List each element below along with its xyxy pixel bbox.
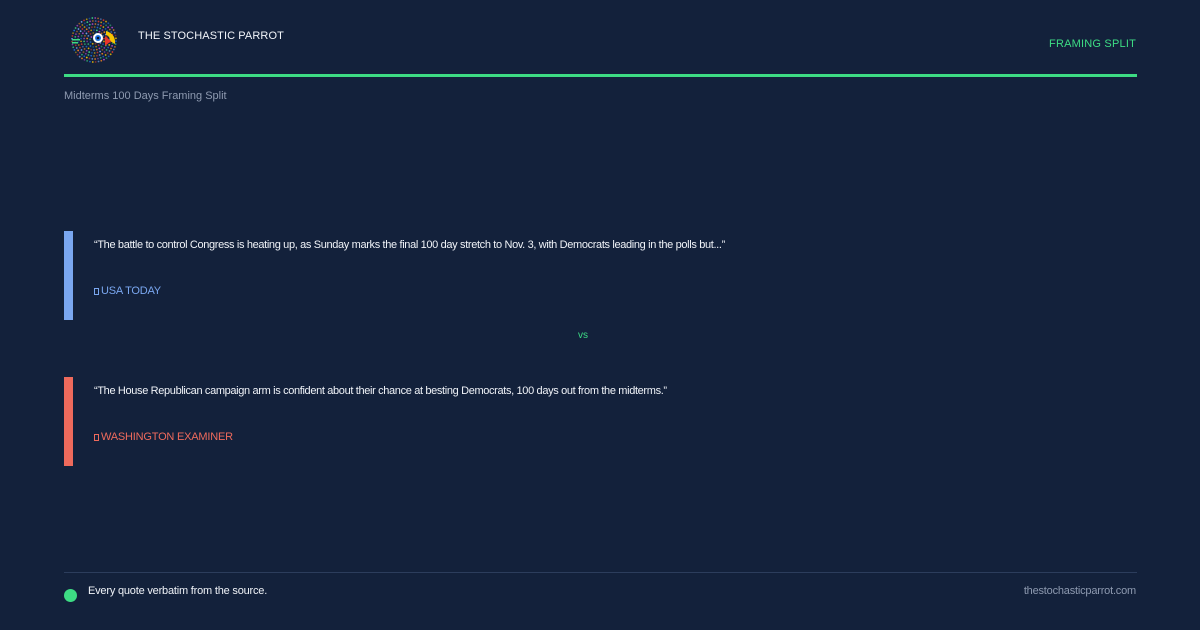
document-icon <box>94 434 99 441</box>
status-dot-icon <box>64 589 77 602</box>
document-icon <box>94 288 99 295</box>
section-tag: FRAMING SPLIT <box>1049 38 1136 50</box>
footer-divider <box>64 572 1137 573</box>
quote-source-label: USA TODAY <box>101 285 161 297</box>
quote-text: “The battle to control Congress is heati… <box>94 239 725 251</box>
versus-label: vs <box>578 330 588 341</box>
footer-note: Every quote verbatim from the source. <box>88 585 268 597</box>
quote-source: USA TODAY <box>94 285 161 297</box>
brand-name: THE STOCHASTIC PARROT <box>138 30 284 42</box>
quote-accent-bar <box>64 377 73 466</box>
quote-source: WASHINGTON EXAMINER <box>94 431 233 443</box>
parrot-logo-icon <box>70 17 118 63</box>
quote-card-usa-today: “The battle to control Congress is heati… <box>64 231 1137 320</box>
header-divider <box>64 74 1137 77</box>
quote-text: “The House Republican campaign arm is co… <box>94 385 667 397</box>
quote-accent-bar <box>64 231 73 320</box>
site-link[interactable]: thestochasticparrot.com <box>1024 585 1136 597</box>
page-subtitle: Midterms 100 Days Framing Split <box>64 90 227 102</box>
quote-source-label: WASHINGTON EXAMINER <box>101 431 233 443</box>
quote-card-washington-examiner: “The House Republican campaign arm is co… <box>64 377 1137 466</box>
